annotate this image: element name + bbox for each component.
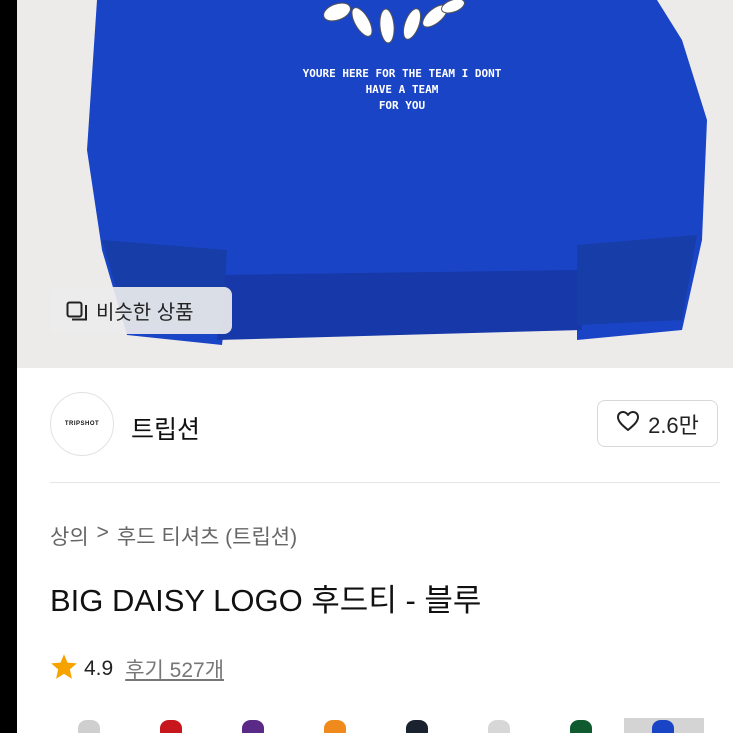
- print-line: YOURE HERE FOR THE TEAM I DONT: [302, 67, 502, 80]
- color-swatch[interactable]: [624, 718, 704, 733]
- similar-items-button[interactable]: 비슷한 상품: [50, 287, 232, 334]
- color-swatch[interactable]: [50, 718, 130, 733]
- swatch-color-chip: [78, 720, 100, 733]
- like-button[interactable]: 2.6만: [597, 400, 718, 447]
- breadcrumb-item-subcategory[interactable]: 후드 티셔츠 (트립션): [117, 521, 297, 551]
- similar-items-label: 비슷한 상품: [96, 302, 194, 324]
- brand-row: TRIPSHOT 트립션 2.6만: [17, 370, 733, 482]
- heart-icon: [616, 410, 640, 437]
- star-icon: [50, 653, 78, 685]
- brand-name[interactable]: 트립션: [131, 410, 200, 446]
- color-swatch[interactable]: [132, 718, 212, 733]
- swatch-color-chip: [160, 720, 182, 733]
- rating-score: 4.9: [84, 657, 114, 680]
- color-swatch[interactable]: [296, 718, 376, 733]
- breadcrumb-item-category[interactable]: 상의: [50, 521, 89, 551]
- color-swatch[interactable]: [460, 718, 540, 733]
- brand-logo-text: TRIPSHOT: [64, 421, 100, 427]
- brand-logo[interactable]: TRIPSHOT: [50, 392, 114, 456]
- print-line: HAVE A TEAM: [365, 83, 439, 96]
- swatch-color-chip: [488, 720, 510, 733]
- swatch-color-chip: [570, 720, 592, 733]
- color-swatch[interactable]: [214, 718, 294, 733]
- color-swatch[interactable]: [542, 718, 622, 733]
- swatch-color-chip: [242, 720, 264, 733]
- similar-items-icon: [66, 301, 88, 321]
- like-count: 2.6만: [648, 412, 699, 438]
- rating: 4.9 후기 527개: [50, 653, 224, 685]
- breadcrumb-separator: >: [96, 521, 109, 544]
- swatch-color-chip: [652, 720, 674, 733]
- left-edge-strip: [0, 0, 17, 733]
- hoodie-print-text: YOURE HERE FOR THE TEAM I DONT HAVE A TE…: [267, 66, 537, 114]
- divider: [50, 482, 720, 483]
- swatch-color-chip: [324, 720, 346, 733]
- product-title: BIG DAISY LOGO 후드티 - 블루: [50, 583, 482, 618]
- color-swatches: [50, 718, 733, 733]
- color-swatch[interactable]: [378, 718, 458, 733]
- breadcrumb: 상의 > 후드 티셔츠 (트립션): [50, 521, 297, 551]
- review-count-link[interactable]: 후기 527개: [125, 654, 224, 684]
- swatch-color-chip: [406, 720, 428, 733]
- print-line: FOR YOU: [378, 99, 426, 112]
